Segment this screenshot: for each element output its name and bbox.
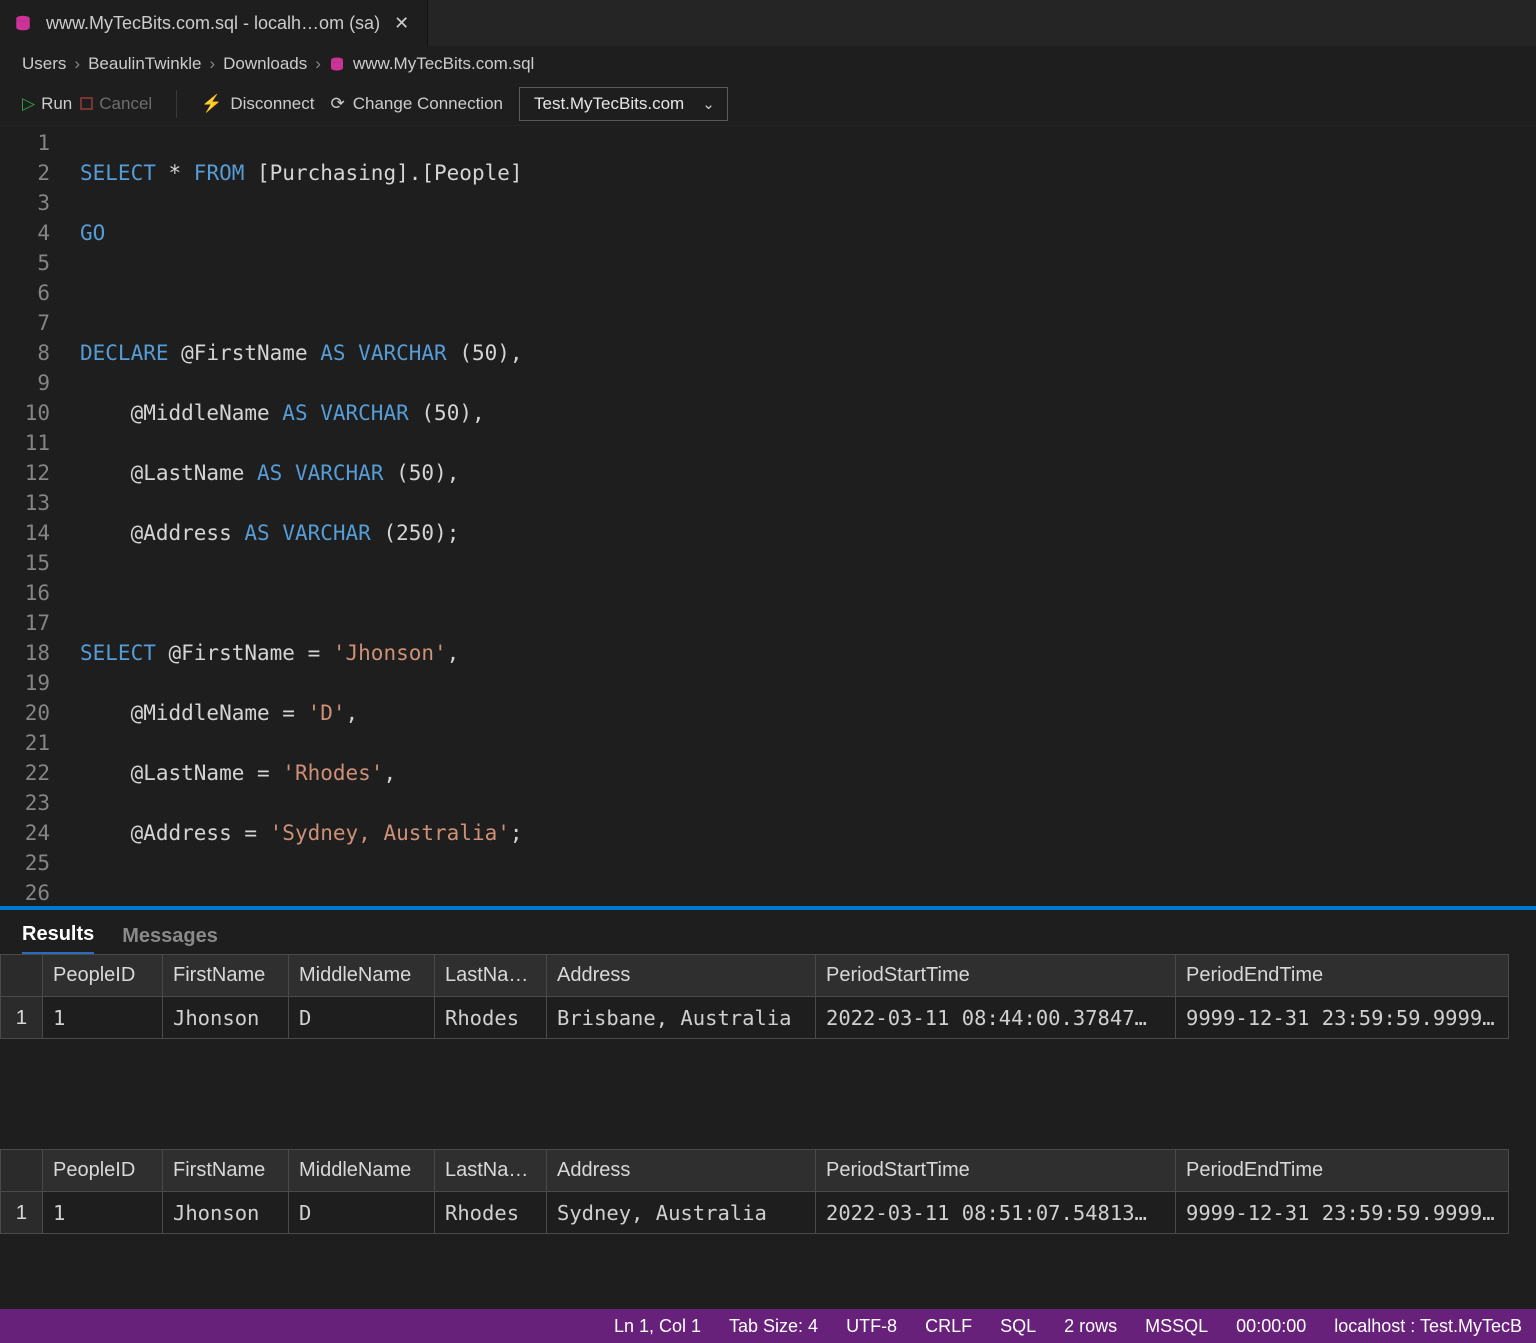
col-lastname[interactable]: LastName (435, 955, 547, 997)
tab-bar: www.MyTecBits.com.sql - localh…om (sa) ✕ (0, 0, 1536, 46)
status-eol[interactable]: CRLF (925, 1316, 972, 1337)
col-lastname[interactable]: LastName (435, 1150, 547, 1192)
row-number: 1 (1, 997, 43, 1039)
col-peopleid[interactable]: PeopleID (43, 1150, 163, 1192)
status-connection[interactable]: localhost : Test.MyTecB (1334, 1316, 1522, 1337)
col-periodstart[interactable]: PeriodStartTime (816, 1150, 1176, 1192)
col-firstname[interactable]: FirstName (163, 955, 289, 997)
run-button[interactable]: ▷ Run (22, 94, 72, 114)
cell[interactable]: Sydney, Australia (547, 1192, 816, 1234)
chevron-down-icon: ⌄ (702, 95, 715, 113)
tab-messages[interactable]: Messages (122, 925, 218, 954)
breadcrumb-file[interactable]: www.MyTecBits.com.sql (353, 54, 534, 74)
status-tabsize[interactable]: Tab Size: 4 (729, 1316, 818, 1337)
col-peopleid[interactable]: PeopleID (43, 955, 163, 997)
run-label: Run (41, 94, 72, 114)
status-rows[interactable]: 2 rows (1064, 1316, 1117, 1337)
chevron-right-icon: › (209, 54, 215, 74)
database-select[interactable]: Test.MyTecBits.com ⌄ (519, 87, 728, 121)
cell[interactable]: 2022-03-11 08:44:00.37847… (816, 997, 1176, 1039)
breadcrumb: Users › BeaulinTwinkle › Downloads › www… (0, 46, 1536, 82)
plug-icon: ⚡ (201, 94, 222, 114)
breadcrumb-users[interactable]: Users (22, 54, 66, 74)
chevron-right-icon: › (315, 54, 321, 74)
cell[interactable]: 9999-12-31 23:59:59.99999… (1176, 1192, 1509, 1234)
status-encoding[interactable]: UTF-8 (846, 1316, 897, 1337)
cell[interactable]: D (289, 997, 435, 1039)
cell[interactable]: Jhonson (163, 1192, 289, 1234)
database-select-value: Test.MyTecBits.com (534, 94, 684, 114)
results-gap (0, 1039, 1536, 1149)
disconnect-button[interactable]: ⚡ Disconnect (201, 94, 314, 114)
change-connection-label: Change Connection (353, 94, 503, 114)
results-grid-2: PeopleID FirstName MiddleName LastName A… (0, 1149, 1536, 1234)
tab-results[interactable]: Results (22, 923, 94, 954)
sql-file-icon (14, 14, 32, 32)
results-grid-1: PeopleID FirstName MiddleName LastName A… (0, 954, 1536, 1039)
tab-title: www.MyTecBits.com.sql - localh…om (sa) (46, 13, 380, 34)
status-language[interactable]: SQL (1000, 1316, 1036, 1337)
cancel-button[interactable]: Cancel (80, 94, 152, 114)
status-driver[interactable]: MSSQL (1145, 1316, 1208, 1337)
col-middlename[interactable]: MiddleName (289, 1150, 435, 1192)
col-periodstart[interactable]: PeriodStartTime (816, 955, 1176, 997)
stop-icon (80, 97, 93, 110)
close-icon[interactable]: ✕ (394, 13, 409, 34)
col-periodend[interactable]: PeriodEndTime (1176, 955, 1509, 997)
breadcrumb-user[interactable]: BeaulinTwinkle (88, 54, 201, 74)
disconnect-label: Disconnect (230, 94, 314, 114)
sql-file-icon (329, 56, 345, 72)
editor-tab[interactable]: www.MyTecBits.com.sql - localh…om (sa) ✕ (0, 0, 428, 46)
status-cursor[interactable]: Ln 1, Col 1 (614, 1316, 701, 1337)
cell[interactable]: D (289, 1192, 435, 1234)
swap-icon: ⟳ (330, 94, 344, 114)
cell[interactable]: 2022-03-11 08:51:07.54813… (816, 1192, 1176, 1234)
status-time[interactable]: 00:00:00 (1236, 1316, 1306, 1337)
grid-corner (1, 955, 43, 997)
table-row[interactable]: 1 1 Jhonson D Rhodes Brisbane, Australia… (1, 997, 1509, 1039)
col-periodend[interactable]: PeriodEndTime (1176, 1150, 1509, 1192)
cell[interactable]: Rhodes (435, 997, 547, 1039)
toolbar-separator (176, 90, 177, 118)
cell[interactable]: 1 (43, 997, 163, 1039)
col-middlename[interactable]: MiddleName (289, 955, 435, 997)
chevron-right-icon: › (74, 54, 80, 74)
col-address[interactable]: Address (547, 955, 816, 997)
row-number: 1 (1, 1192, 43, 1234)
grid-header-row: PeopleID FirstName MiddleName LastName A… (1, 1150, 1509, 1192)
cell[interactable]: Rhodes (435, 1192, 547, 1234)
play-icon: ▷ (22, 94, 35, 114)
tab-bar-empty (428, 0, 1536, 46)
code-editor[interactable]: 123 456 789 101112 131415 161718 192021 … (0, 126, 1536, 906)
change-connection-button[interactable]: ⟳ Change Connection (330, 94, 503, 114)
breadcrumb-downloads[interactable]: Downloads (223, 54, 307, 74)
cell[interactable]: Brisbane, Australia (547, 997, 816, 1039)
status-bar: Ln 1, Col 1 Tab Size: 4 UTF-8 CRLF SQL 2… (0, 1309, 1536, 1343)
results-tabs: Results Messages (0, 910, 1536, 954)
cell[interactable]: 9999-12-31 23:59:59.99999… (1176, 997, 1509, 1039)
sql-toolbar: ▷ Run Cancel ⚡ Disconnect ⟳ Change Conne… (0, 82, 1536, 126)
col-firstname[interactable]: FirstName (163, 1150, 289, 1192)
cell[interactable]: Jhonson (163, 997, 289, 1039)
table-row[interactable]: 1 1 Jhonson D Rhodes Sydney, Australia 2… (1, 1192, 1509, 1234)
col-address[interactable]: Address (547, 1150, 816, 1192)
cell[interactable]: 1 (43, 1192, 163, 1234)
line-number-gutter: 123 456 789 101112 131415 161718 192021 … (0, 126, 80, 906)
cancel-label: Cancel (99, 94, 152, 114)
code-content[interactable]: SELECT * FROM [Purchasing].[People] GO D… (80, 126, 1521, 906)
grid-corner (1, 1150, 43, 1192)
grid-header-row: PeopleID FirstName MiddleName LastName A… (1, 955, 1509, 997)
